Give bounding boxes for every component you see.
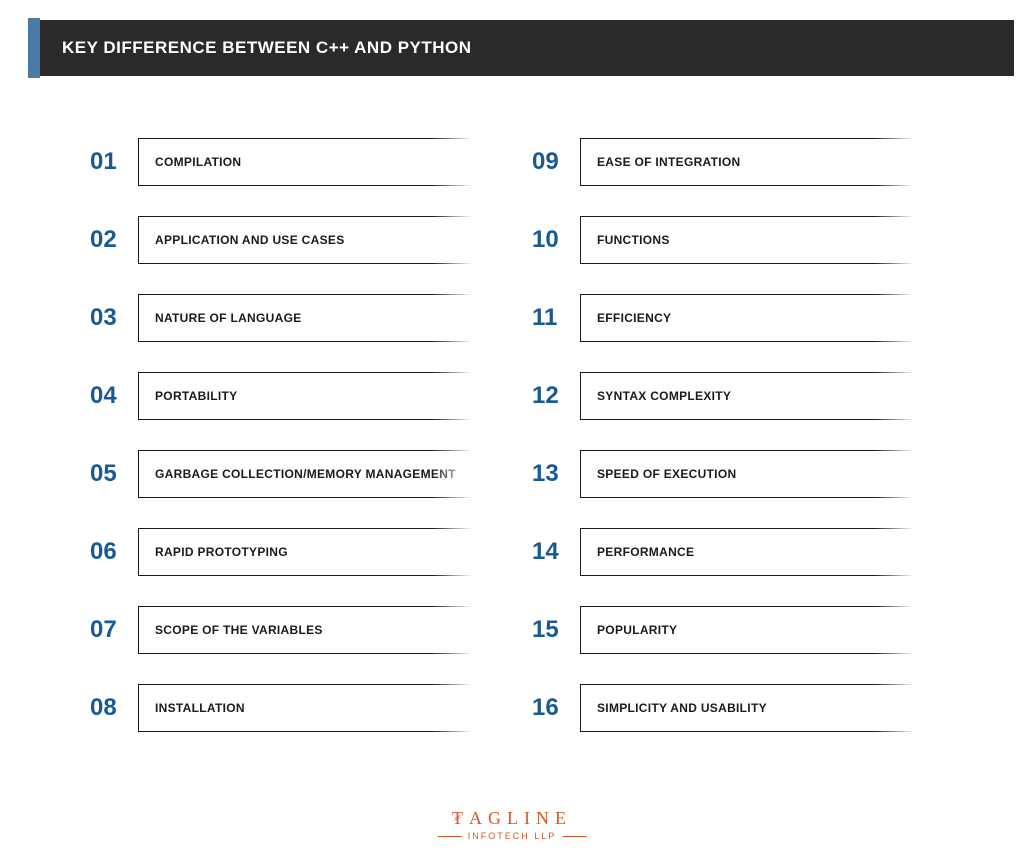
item-number: 12 bbox=[532, 382, 580, 410]
item-number: 07 bbox=[90, 616, 138, 644]
item-number: 10 bbox=[532, 226, 580, 254]
item-number: 09 bbox=[532, 148, 580, 176]
list-item: 11 EFFICIENCY bbox=[532, 294, 914, 342]
item-box: NATURE OF LANGUAGE bbox=[138, 294, 472, 342]
item-number: 06 bbox=[90, 538, 138, 566]
item-number: 08 bbox=[90, 694, 138, 722]
item-box: PORTABILITY bbox=[138, 372, 472, 420]
item-box: EFFICIENCY bbox=[580, 294, 914, 342]
item-box: SCOPE OF THE VARIABLES bbox=[138, 606, 472, 654]
item-box: COMPILATION bbox=[138, 138, 472, 186]
item-number: 03 bbox=[90, 304, 138, 332]
list-item: 04 PORTABILITY bbox=[90, 372, 472, 420]
columns: 01 COMPILATION 02 APPLICATION AND USE CA… bbox=[0, 78, 1024, 732]
list-item: 07 SCOPE OF THE VARIABLES bbox=[90, 606, 472, 654]
item-box: SYNTAX COMPLEXITY bbox=[580, 372, 914, 420]
list-item: 14 PERFORMANCE bbox=[532, 528, 914, 576]
item-box: PERFORMANCE bbox=[580, 528, 914, 576]
item-box: POPULARITY bbox=[580, 606, 914, 654]
item-number: 05 bbox=[90, 460, 138, 488]
list-item: 06 RAPID PROTOTYPING bbox=[90, 528, 472, 576]
list-item: 03 NATURE OF LANGUAGE bbox=[90, 294, 472, 342]
list-item: 12 SYNTAX COMPLEXITY bbox=[532, 372, 914, 420]
right-column: 09 EASE OF INTEGRATION 10 FUNCTIONS 11 E… bbox=[532, 138, 914, 732]
item-box: APPLICATION AND USE CASES bbox=[138, 216, 472, 264]
left-column: 01 COMPILATION 02 APPLICATION AND USE CA… bbox=[90, 138, 472, 732]
item-box: FUNCTIONS bbox=[580, 216, 914, 264]
item-box: SIMPLICITY AND USABILITY bbox=[580, 684, 914, 732]
item-number: 04 bbox=[90, 382, 138, 410]
item-box: RAPID PROTOTYPING bbox=[138, 528, 472, 576]
item-number: 13 bbox=[532, 460, 580, 488]
item-box: INSTALLATION bbox=[138, 684, 472, 732]
item-number: 02 bbox=[90, 226, 138, 254]
logo: ₮AGLINE INFOTECH LLP bbox=[438, 808, 587, 841]
item-box: EASE OF INTEGRATION bbox=[580, 138, 914, 186]
item-number: 14 bbox=[532, 538, 580, 566]
header: KEY DIFFERENCE BETWEEN C++ AND PYTHON bbox=[28, 18, 1014, 78]
page-title: KEY DIFFERENCE BETWEEN C++ AND PYTHON bbox=[40, 20, 1014, 76]
item-box: GARBAGE COLLECTION/MEMORY MANAGEMENT bbox=[138, 450, 472, 498]
list-item: 13 SPEED OF EXECUTION bbox=[532, 450, 914, 498]
item-number: 16 bbox=[532, 694, 580, 722]
item-number: 01 bbox=[90, 148, 138, 176]
item-box: SPEED OF EXECUTION bbox=[580, 450, 914, 498]
accent-bar bbox=[28, 18, 40, 78]
list-item: 09 EASE OF INTEGRATION bbox=[532, 138, 914, 186]
item-number: 15 bbox=[532, 616, 580, 644]
list-item: 08 INSTALLATION bbox=[90, 684, 472, 732]
list-item: 01 COMPILATION bbox=[90, 138, 472, 186]
item-number: 11 bbox=[532, 304, 580, 332]
list-item: 16 SIMPLICITY AND USABILITY bbox=[532, 684, 914, 732]
list-item: 10 FUNCTIONS bbox=[532, 216, 914, 264]
list-item: 02 APPLICATION AND USE CASES bbox=[90, 216, 472, 264]
logo-subtext: INFOTECH LLP bbox=[438, 831, 587, 841]
list-item: 15 POPULARITY bbox=[532, 606, 914, 654]
list-item: 05 GARBAGE COLLECTION/MEMORY MANAGEMENT bbox=[90, 450, 472, 498]
logo-brand: ₮AGLINE bbox=[438, 808, 587, 829]
